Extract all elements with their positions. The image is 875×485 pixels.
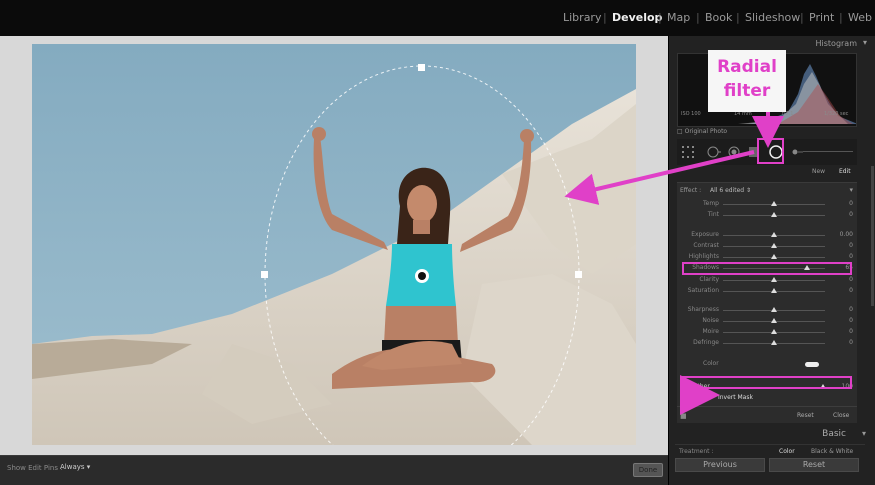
annotation-arrows: [564, 112, 784, 415]
